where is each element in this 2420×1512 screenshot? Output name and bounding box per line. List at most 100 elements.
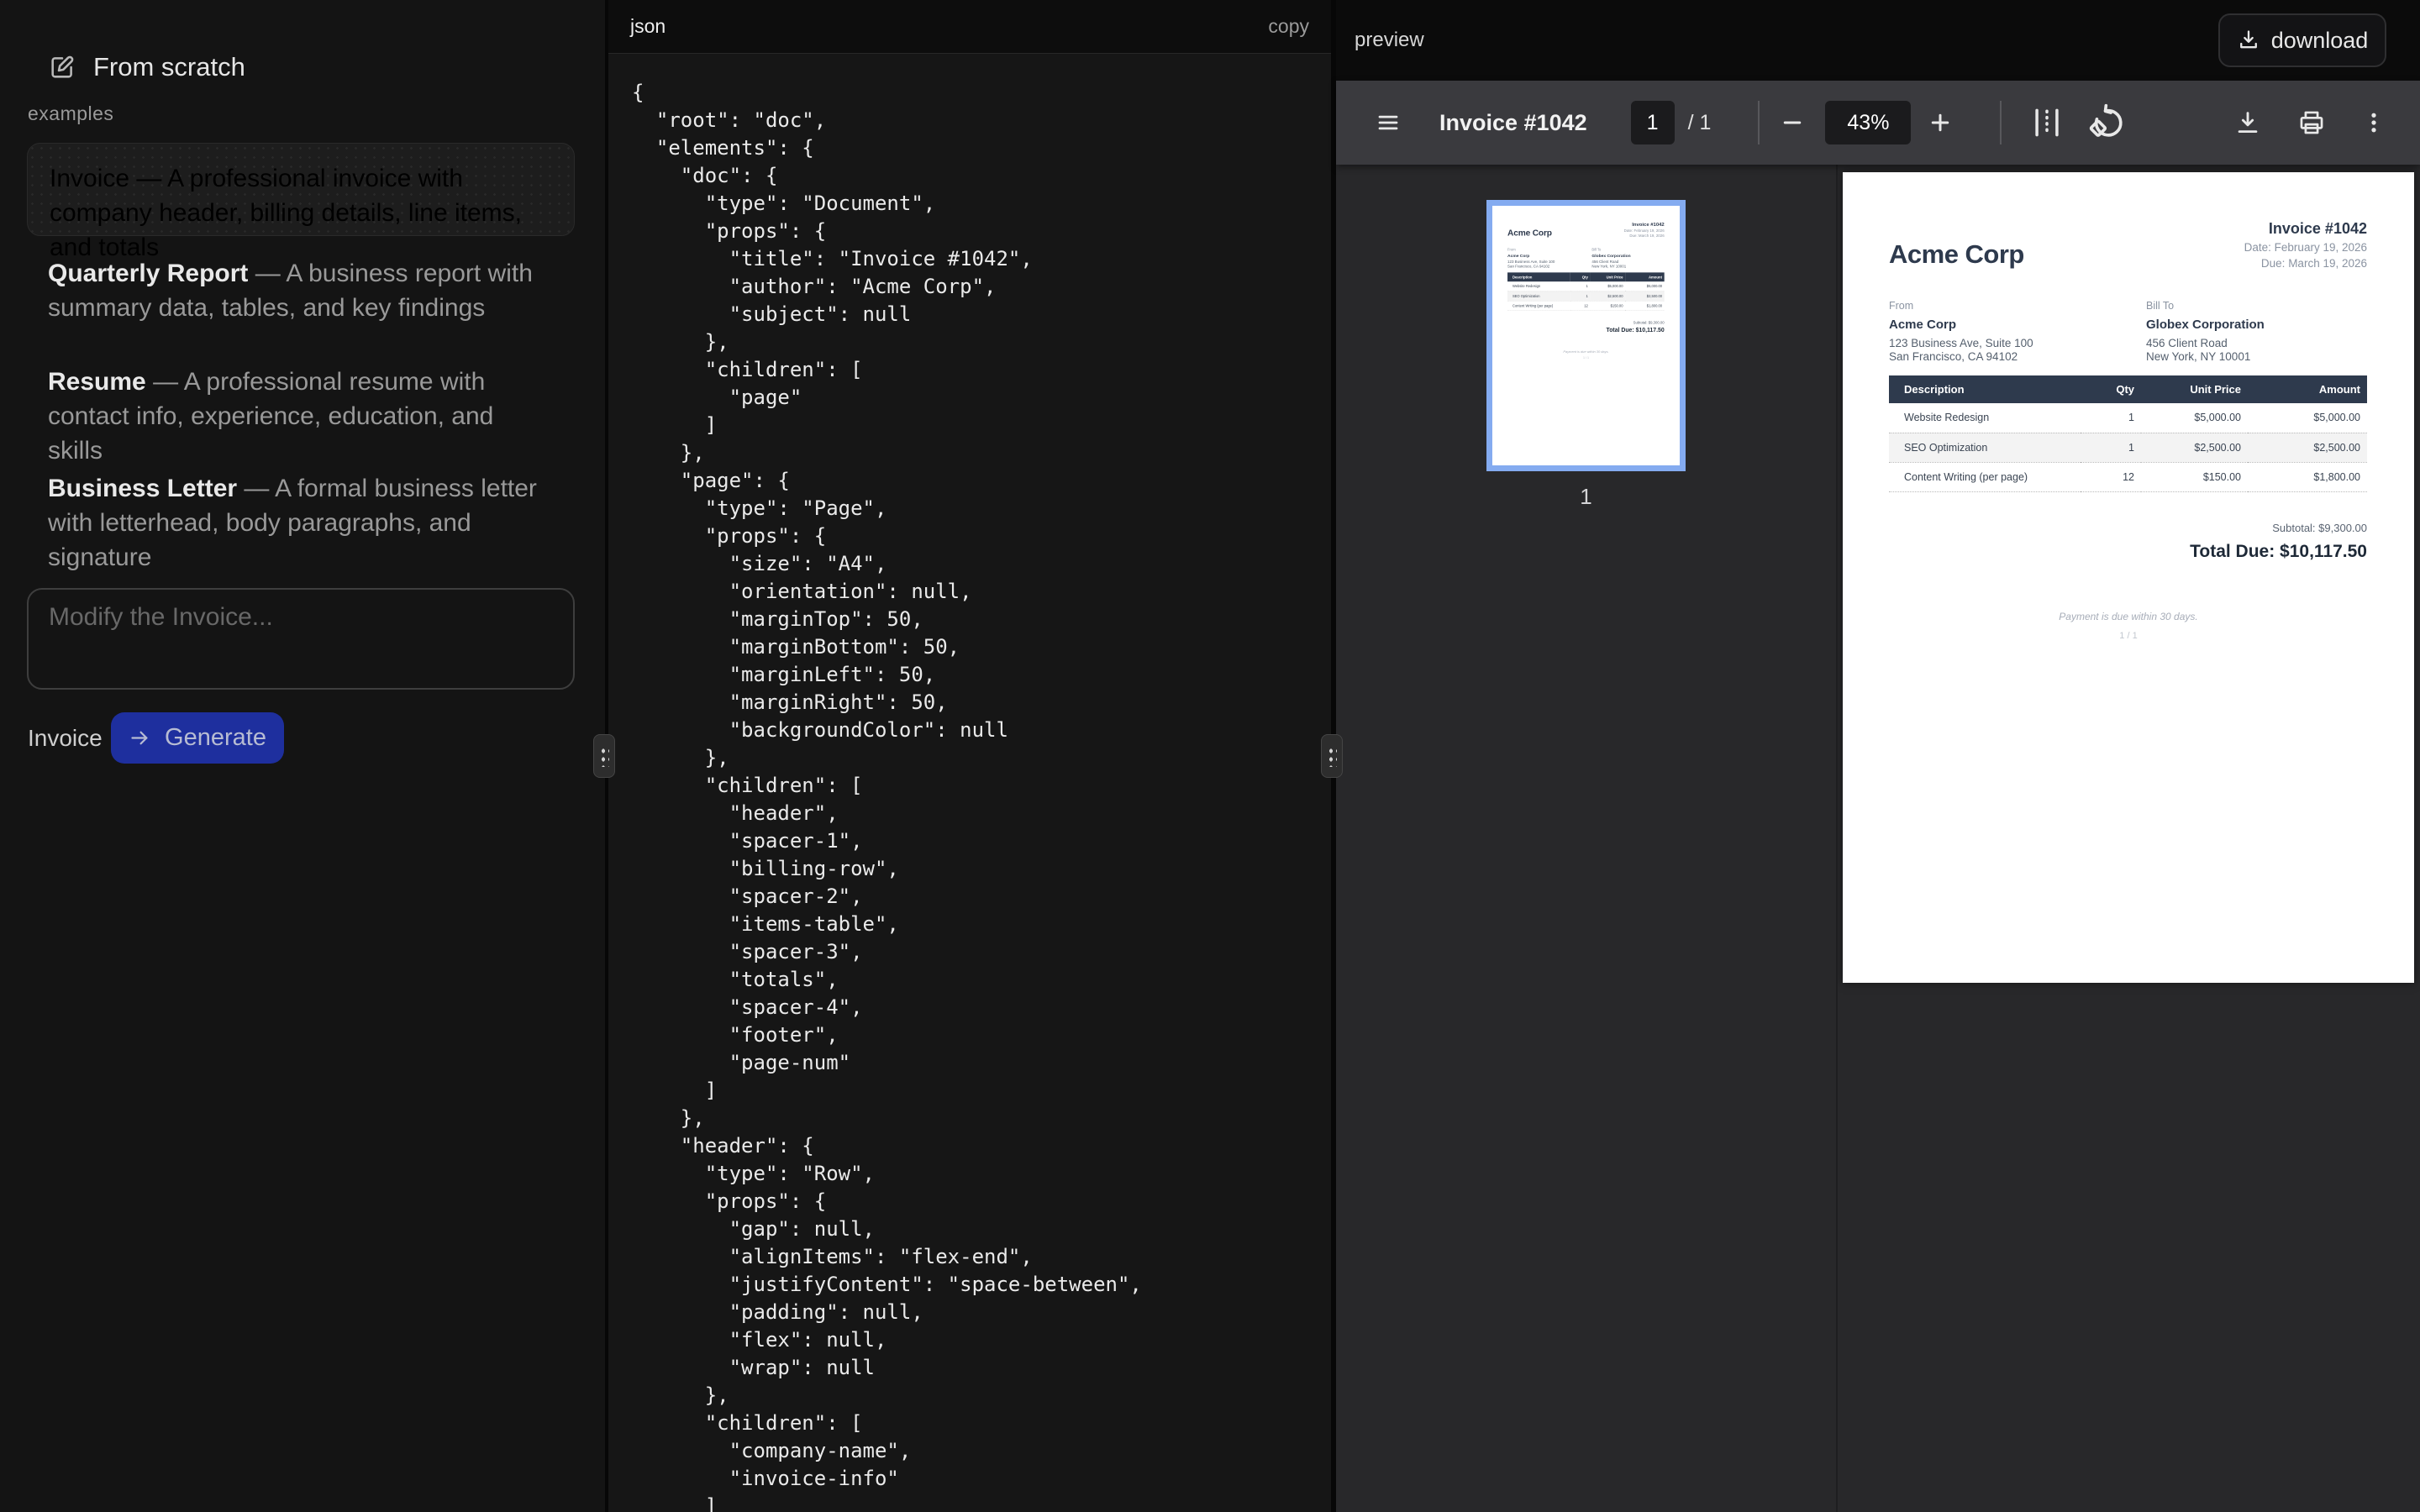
bill-to-name: Globex Corporation — [2146, 318, 2367, 332]
example-item-business-letter[interactable]: Business Letter — A formal business lett… — [48, 471, 552, 575]
preview-header: preview download — [1336, 0, 2420, 81]
from-scratch-label: From scratch — [93, 52, 245, 82]
invoice-header: Acme Corp Invoice #1042 Date: February 1… — [1889, 220, 2367, 270]
from-name: Acme Corp — [1889, 318, 2146, 332]
json-panel-title: json — [630, 15, 666, 38]
zoom-level-input[interactable]: 43% — [1825, 101, 1911, 144]
document-title: Invoice #1042 — [1439, 110, 1587, 136]
preview-panel: preview download Invoice #1042 1 / 1 — [1336, 0, 2420, 1512]
json-panel: json copy { "root": "doc", "elements": {… — [608, 0, 1331, 1512]
download-button[interactable]: download — [2218, 13, 2386, 67]
left-resize-handle[interactable] — [593, 734, 615, 778]
copy-button[interactable]: copy — [1268, 15, 1309, 38]
example-item-resume[interactable]: Resume — A professional resume with cont… — [48, 365, 552, 468]
invoice-document: Acme Corp Invoice #1042 Date: February 1… — [1843, 172, 2414, 983]
sidebar: From scratch examples Invoice — A profes… — [0, 0, 605, 1512]
invoice-info-block: Invoice #1042 Date: February 19, 2026 Du… — [2244, 220, 2367, 270]
page-count-label: / 1 — [1688, 111, 1712, 135]
cell-unit-price: $2,500.00 — [2141, 433, 2248, 462]
zoom-out-button[interactable] — [1780, 110, 1805, 135]
bill-to-address-line1: 456 Client Road — [2146, 337, 2367, 350]
from-label: From — [1889, 300, 2146, 312]
pdf-toolbar: Invoice #1042 1 / 1 43% — [1336, 81, 2420, 165]
zoom-in-button[interactable] — [1928, 110, 1953, 135]
generate-button[interactable]: Generate — [111, 712, 284, 764]
table-row: Content Writing (per page) 12 $150.00 $1… — [1889, 462, 2367, 491]
cell-qty: 1 — [2081, 403, 2141, 433]
column-header-description: Description — [1889, 375, 2081, 403]
invoice-document-mini: Acme Corp Invoice #1042 Date: February 1… — [1492, 206, 1680, 465]
invoice-footer: Payment is due within 30 days. 1 / 1 — [1843, 611, 2414, 641]
pdf-main-view[interactable]: Acme Corp Invoice #1042 Date: February 1… — [1838, 165, 2420, 1512]
page-number-input[interactable]: 1 — [1631, 101, 1675, 144]
column-header-amount: Amount — [2248, 375, 2367, 403]
cell-amount: $2,500.00 — [2248, 433, 2367, 462]
arrow-right-icon — [129, 727, 151, 749]
invoice-number: Invoice #1042 — [2244, 220, 2367, 238]
download-icon — [2237, 29, 2260, 52]
table-row: SEO Optimization 1 $2,500.00 $2,500.00 — [1889, 433, 2367, 462]
app-window: From scratch examples Invoice — A profes… — [0, 0, 2420, 1512]
modify-prompt-input[interactable] — [27, 588, 575, 690]
bill-to-label: Bill To — [2146, 300, 2367, 312]
cell-description: Content Writing (per page) — [1889, 462, 2081, 491]
cell-unit-price: $150.00 — [2141, 462, 2248, 491]
from-address-line1: 123 Business Ave, Suite 100 — [1889, 337, 2146, 350]
rotate-ccw-icon — [2089, 103, 2128, 142]
hamburger-icon — [1376, 110, 1401, 135]
from-scratch-button[interactable]: From scratch — [48, 52, 245, 82]
invoice-totals: Subtotal: $9,300.00 Total Due: $10,117.5… — [2190, 522, 2367, 562]
plus-icon — [1928, 110, 1953, 135]
generate-button-label: Generate — [165, 724, 266, 752]
fit-width-button[interactable] — [2028, 104, 2065, 141]
billing-from-block: From Acme Corp 123 Business Ave, Suite 1… — [1889, 300, 2146, 363]
toolbar-divider — [1758, 101, 1760, 144]
print-button[interactable] — [2297, 108, 2326, 137]
right-resize-handle[interactable] — [1321, 734, 1343, 778]
table-header-row: Description Qty Unit Price Amount — [1889, 375, 2367, 403]
example-item-invoice[interactable]: Invoice — A professional invoice with co… — [27, 143, 575, 236]
invoice-items-table: Description Qty Unit Price Amount Websit… — [1889, 375, 2367, 492]
toolbar-download-button[interactable] — [2233, 108, 2262, 137]
generate-row: Invoice Generate — [28, 712, 284, 764]
thumbnail-page: Acme Corp Invoice #1042 Date: February 1… — [1492, 206, 1680, 465]
invoice-total-due: Total Due: $10,117.50 — [2190, 542, 2367, 562]
minus-icon — [1780, 110, 1805, 135]
cell-amount: $5,000.00 — [2248, 403, 2367, 433]
invoice-subtotal: Subtotal: $9,300.00 — [2190, 522, 2367, 534]
example-item-quarterly-report[interactable]: Quarterly Report — A business report wit… — [48, 256, 552, 325]
column-header-unit-price: Unit Price — [2141, 375, 2248, 403]
download-button-label: download — [2271, 28, 2369, 54]
invoice-billing-row: From Acme Corp 123 Business Ave, Suite 1… — [1889, 300, 2367, 363]
more-options-button[interactable] — [2361, 110, 2386, 135]
grip-dots-icon — [599, 745, 609, 767]
compose-icon — [48, 53, 76, 81]
json-panel-header: json copy — [608, 0, 1331, 54]
toolbar-divider — [2000, 101, 2002, 144]
rotate-button[interactable] — [2089, 103, 2128, 142]
json-code-editor[interactable]: { "root": "doc", "elements": { "doc": { … — [608, 54, 1331, 1512]
invoice-page: Acme Corp Invoice #1042 Date: February 1… — [1843, 172, 2414, 983]
sidebar-toggle-button[interactable] — [1376, 110, 1401, 135]
invoice-page-indicator: 1 / 1 — [1843, 631, 2414, 641]
table-row: Website Redesign 1 $5,000.00 $5,000.00 — [1889, 403, 2367, 433]
billing-to-block: Bill To Globex Corporation 456 Client Ro… — [2146, 300, 2367, 363]
page-thumbnail[interactable]: Acme Corp Invoice #1042 Date: February 1… — [1486, 200, 1686, 471]
example-title: Resume — [48, 368, 146, 396]
download-icon — [2233, 108, 2262, 137]
pdf-viewer-body: Acme Corp Invoice #1042 Date: February 1… — [1336, 165, 2420, 1512]
thumbnail-sidebar: Acme Corp Invoice #1042 Date: February 1… — [1336, 165, 1838, 1512]
column-header-qty: Qty — [2081, 375, 2141, 403]
cell-amount: $1,800.00 — [2248, 462, 2367, 491]
bill-to-address-line2: New York, NY 10001 — [2146, 350, 2367, 364]
example-title: Invoice — [50, 165, 129, 192]
kebab-menu-icon — [2361, 110, 2386, 135]
cell-description: Website Redesign — [1889, 403, 2081, 433]
examples-section-label: examples — [28, 102, 113, 125]
print-icon — [2297, 108, 2326, 137]
cell-unit-price: $5,000.00 — [2141, 403, 2248, 433]
cell-description: SEO Optimization — [1889, 433, 2081, 462]
from-address-line2: San Francisco, CA 94102 — [1889, 350, 2146, 364]
invoice-company-name: Acme Corp — [1889, 239, 2024, 270]
cell-qty: 12 — [2081, 462, 2141, 491]
